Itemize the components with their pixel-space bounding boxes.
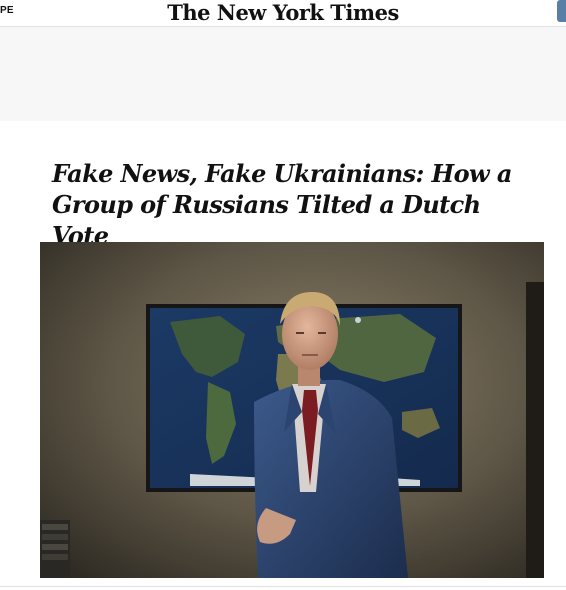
top-bar: PE The New York Times	[0, 0, 566, 27]
masthead-logo[interactable]: The New York Times	[0, 0, 566, 25]
article-photo[interactable]	[40, 242, 544, 578]
article-headline[interactable]: Fake News, Fake Ukrainians: How a Group …	[52, 158, 532, 251]
account-button[interactable]	[557, 0, 566, 22]
photo-illustration	[40, 242, 544, 578]
bottom-divider	[0, 586, 566, 587]
ad-slot	[0, 27, 566, 121]
